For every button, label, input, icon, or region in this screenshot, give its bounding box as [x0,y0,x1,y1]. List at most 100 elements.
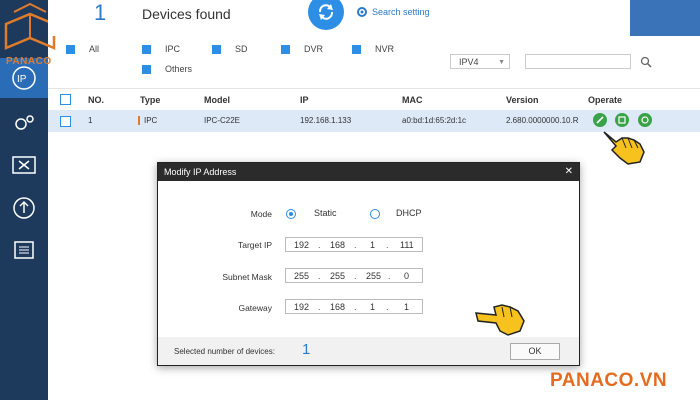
target-ip-octet-1[interactable]: 192 [294,240,309,250]
subnet-octet-2[interactable]: 255 [330,271,345,281]
ip-dot: . [386,302,389,312]
subnet-mask-label: Subnet Mask [222,272,272,282]
ip-dot: . [386,240,389,250]
filter-ipc-label: IPC [165,44,181,54]
mode-static-radio[interactable] [286,209,296,219]
filter-sd-label: SD [235,44,248,54]
close-icon[interactable]: ✕ [565,163,573,181]
search-input[interactable] [525,54,631,69]
filter-nvr[interactable]: NVR [352,44,394,54]
pointing-hand-icon [603,131,645,165]
sidebar-item-upgrade[interactable] [0,188,48,228]
cell-ip: 192.168.1.133 [300,116,352,125]
document-icon [14,241,34,259]
modify-ip-dialog: Modify IP Address ✕ Mode Static DHCP Tar… [157,162,580,366]
dialog-title-text: Modify IP Address [164,167,237,177]
col-model: Model [204,95,230,105]
protocol-value: IPV4 [459,57,479,67]
mode-dhcp-label: DHCP [396,208,422,218]
filter-dvr[interactable]: DVR [281,44,323,54]
filter-dvr-label: DVR [304,44,324,54]
col-operate: Operate [588,95,623,105]
checkbox-others[interactable] [142,64,151,74]
selected-devices-count: 1 [302,341,311,358]
target-ip-octet-2[interactable]: 168 [330,240,345,250]
gateway-input[interactable]: 192 . 168 . 1 . 1 [285,299,423,314]
filter-nvr-label: NVR [375,44,395,54]
filter-ipc[interactable]: IPC [142,44,180,54]
search-button[interactable] [640,55,652,73]
target-ip-input[interactable]: 192 . 168 . 1 . 111 [285,237,423,252]
tools-icon [12,156,36,174]
col-type: Type [140,95,161,105]
gear-icon [357,7,367,17]
gears-icon [15,115,34,130]
checkbox-nvr[interactable] [352,44,361,54]
cell-no: 1 [88,116,93,125]
gateway-octet-3[interactable]: 1 [370,302,375,312]
info-icon [641,116,649,124]
protocol-select[interactable]: IPV4 ▼ [450,54,510,69]
search-setting-label: Search setting [372,7,430,17]
col-ip: IP [300,95,309,105]
col-version: Version [506,95,539,105]
filter-sd[interactable]: SD [212,44,248,54]
col-no: NO. [88,95,105,105]
gateway-label: Gateway [238,303,272,313]
subnet-mask-input[interactable]: 255 . 255 . 255 . 0 [285,268,423,283]
pencil-icon [596,116,604,124]
ip-dot: . [354,271,357,281]
gateway-octet-4[interactable]: 1 [404,302,409,312]
subnet-octet-1[interactable]: 255 [294,271,309,281]
checkbox-all[interactable] [66,44,75,54]
dialog-footer: Selected number of devices: 1 OK [158,337,579,365]
filter-all[interactable]: All [66,44,99,54]
logo-text: PANACO [6,56,52,67]
target-ip-octet-3[interactable]: 1 [370,240,375,250]
sidebar-item-documents[interactable] [0,230,48,270]
checkbox-sd[interactable] [212,44,221,54]
upgrade-icon [13,197,35,219]
table-header: NO. Type Model IP MAC Version Operate [48,88,700,112]
filter-others[interactable]: Others [142,64,192,74]
pointing-hand-icon [475,304,525,336]
gateway-octet-1[interactable]: 192 [294,302,309,312]
gateway-octet-2[interactable]: 168 [330,302,345,312]
detail-button[interactable] [638,113,652,127]
dialog-title: Modify IP Address ✕ [158,163,579,181]
checkbox-dvr[interactable] [281,44,290,54]
search-setting-link[interactable]: Search setting [356,6,430,18]
ip-dot: . [318,302,321,312]
sidebar-item-system-settings[interactable] [0,103,48,143]
select-all-checkbox[interactable] [60,94,71,105]
mode-dhcp-radio[interactable] [370,209,380,219]
ip-dot: . [354,240,357,250]
device-count: 1 [94,0,107,25]
subnet-octet-3[interactable]: 255 [366,271,381,281]
ip-dot: . [388,271,391,281]
chevron-down-icon: ▼ [498,59,505,66]
ok-button[interactable]: OK [510,343,560,360]
row-checkbox[interactable] [60,116,71,127]
web-button[interactable] [615,113,629,127]
refresh-icon [318,4,334,20]
checkbox-ipc[interactable] [142,44,151,54]
browser-icon [618,116,626,124]
col-mac: MAC [402,95,423,105]
edit-button[interactable] [593,113,607,127]
search-icon [640,56,652,68]
page-title: Devices found [142,6,231,22]
svg-text:IP: IP [17,74,27,85]
cell-type: IPC [138,116,157,125]
ip-dot: . [318,271,321,281]
subnet-octet-4[interactable]: 0 [404,271,409,281]
cell-version: 2.680.0000000.10.R [506,116,579,125]
ip-dot: . [318,240,321,250]
target-ip-label: Target IP [237,240,272,250]
target-ip-octet-4[interactable]: 111 [400,240,414,250]
cell-mac: a0:bd:1d:65:2d:1c [402,116,467,125]
window-corner [630,0,700,36]
mode-static-label: Static [314,208,337,218]
sidebar-item-tools[interactable] [0,145,48,185]
filter-all-label: All [89,44,100,54]
